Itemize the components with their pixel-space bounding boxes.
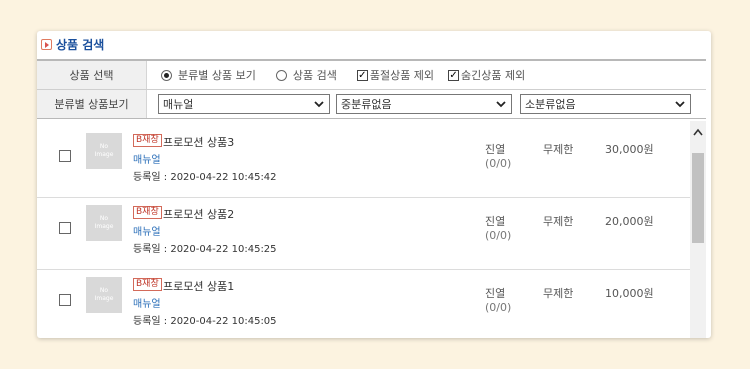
- checkbox-checked-icon[interactable]: ✓: [356, 69, 368, 81]
- play-square-icon: [41, 38, 52, 50]
- list-item[interactable]: No Image B재창 프로모션 상품2 매뉴얼 등록일 : 2020-04-2…: [37, 198, 692, 270]
- product-checkbox[interactable]: [59, 222, 71, 234]
- radio-empty-icon[interactable]: [275, 69, 287, 81]
- checkbox-exclude-hidden[interactable]: ✓ 숨긴상품 제외: [448, 67, 525, 83]
- display-status: 진열: [485, 215, 506, 228]
- product-price: 10,000원: [605, 287, 654, 300]
- chevron-down-icon: [314, 101, 324, 108]
- list-item[interactable]: No Image B재창 프로모션 상품3 매뉴얼 등록일 : 2020-04-2…: [37, 126, 692, 198]
- thumb-text-1: No: [99, 143, 109, 150]
- label-category-view: 분류별 상품보기: [37, 90, 147, 118]
- scrollbar-thumb[interactable]: [692, 153, 704, 243]
- product-category[interactable]: 매뉴얼: [133, 223, 161, 238]
- checkbox-exclude-hidden-label: 숨긴상품 제외: [461, 69, 526, 82]
- list-scrollbar[interactable]: [690, 121, 706, 338]
- product-name: 프로모션 상품3: [163, 136, 235, 149]
- filter-table: 상품 선택 분류별 상품 보기 상품 검색 ✓ 품절상품 제외 ✓ 숨긴상품 제…: [37, 59, 706, 120]
- panel-header: 상품 검색: [41, 35, 104, 53]
- chevron-down-icon: [496, 101, 506, 108]
- radio-search[interactable]: 상품 검색: [275, 67, 337, 83]
- select-sub-category-value: 소분류없음: [525, 98, 576, 111]
- select-mid-category-value: 중분류없음: [341, 98, 392, 111]
- product-thumbnail: No Image: [86, 277, 122, 313]
- label-product-select: 상품 선택: [37, 61, 147, 89]
- product-thumbnail: No Image: [86, 133, 122, 169]
- product-category[interactable]: 매뉴얼: [133, 151, 161, 166]
- radio-by-category-label: 분류별 상품 보기: [178, 69, 256, 82]
- select-main-category-value: 매뉴얼: [163, 98, 194, 111]
- product-price: 30,000원: [605, 143, 654, 156]
- product-name: 프로모션 상품1: [163, 280, 235, 293]
- stock-badge: B재창: [133, 278, 162, 291]
- checkbox-exclude-soldout-label: 품절상품 제외: [369, 69, 435, 82]
- display-status: 진열: [485, 287, 506, 300]
- product-search-panel: 상품 검색 상품 선택 분류별 상품 보기 상품 검색 ✓ 품절상품 제외 ✓ …: [37, 31, 711, 338]
- product-thumbnail: No Image: [86, 205, 122, 241]
- stock-badge: B재창: [133, 206, 162, 219]
- stock-count: (0/0): [485, 301, 512, 314]
- checkbox-checked-icon[interactable]: ✓: [448, 69, 460, 81]
- thumb-text-2: Image: [94, 295, 114, 302]
- stock-count: (0/0): [485, 157, 512, 170]
- quantity-limit: 무제한: [543, 287, 574, 300]
- product-price: 20,000원: [605, 215, 654, 228]
- select-mid-category[interactable]: 중분류없음: [336, 94, 512, 114]
- filter-row-category: 분류별 상품보기 매뉴얼 중분류없음 소분류없음: [37, 90, 706, 119]
- stock-count: (0/0): [485, 229, 512, 242]
- product-date: 등록일 : 2020-04-22 10:45:05: [133, 316, 277, 327]
- radio-selected-icon[interactable]: [161, 69, 172, 81]
- chevron-up-icon[interactable]: [693, 128, 703, 136]
- checkbox-exclude-soldout[interactable]: ✓ 품절상품 제외: [356, 67, 435, 83]
- list-item[interactable]: No Image B재창 프로모션 상품1 매뉴얼 등록일 : 2020-04-2…: [37, 270, 692, 338]
- product-checkbox[interactable]: [59, 150, 71, 162]
- select-sub-category[interactable]: 소분류없음: [520, 94, 691, 114]
- product-list: No Image B재창 프로모션 상품3 매뉴얼 등록일 : 2020-04-2…: [37, 121, 706, 338]
- thumb-text-2: Image: [94, 223, 114, 230]
- product-name: 프로모션 상품2: [163, 208, 235, 221]
- stock-badge: B재창: [133, 134, 162, 147]
- thumb-text-2: Image: [94, 151, 114, 158]
- thumb-text-1: No: [99, 215, 109, 222]
- radio-search-label: 상품 검색: [292, 69, 337, 82]
- thumb-text-1: No: [99, 287, 109, 294]
- filter-row-product-select: 상품 선택 분류별 상품 보기 상품 검색 ✓ 품절상품 제외 ✓ 숨긴상품 제…: [37, 61, 706, 90]
- product-date: 등록일 : 2020-04-22 10:45:42: [133, 172, 277, 183]
- display-status: 진열: [485, 143, 506, 156]
- select-main-category[interactable]: 매뉴얼: [158, 94, 330, 114]
- product-category[interactable]: 매뉴얼: [133, 295, 161, 310]
- radio-by-category[interactable]: 분류별 상품 보기: [161, 67, 256, 83]
- quantity-limit: 무제한: [543, 215, 574, 228]
- product-checkbox[interactable]: [59, 294, 71, 306]
- quantity-limit: 무제한: [543, 143, 574, 156]
- panel-title: 상품 검색: [56, 37, 105, 52]
- product-date: 등록일 : 2020-04-22 10:45:25: [133, 244, 277, 255]
- chevron-down-icon: [675, 101, 685, 108]
